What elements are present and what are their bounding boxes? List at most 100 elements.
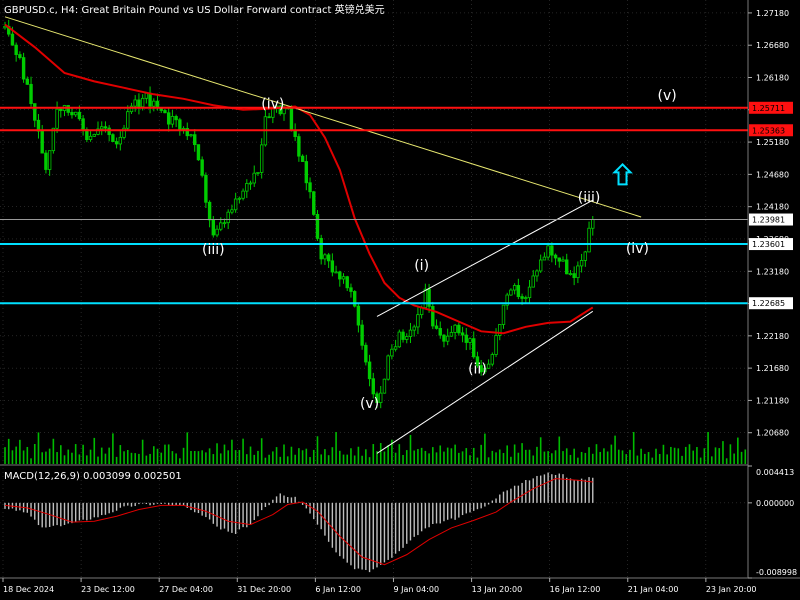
candle-body: [256, 172, 260, 174]
candle-body: [323, 254, 327, 260]
candle-body: [557, 257, 561, 262]
candle-body: [44, 152, 48, 170]
candle-body: [92, 133, 96, 137]
candle-body: [319, 238, 323, 260]
candle-body: [542, 256, 547, 261]
candle-body: [178, 119, 182, 130]
candle-body: [140, 97, 145, 108]
candle-body: [535, 270, 539, 277]
candle-body: [583, 251, 588, 261]
candle-body: [308, 182, 312, 193]
chart-canvas: (iv) (iii) (i) (ii) (v) (iii) (iv) (v) 1.27180 1…: [0, 0, 800, 600]
candle-body: [59, 108, 63, 111]
macd-tick-label: -0.008998: [756, 568, 797, 577]
candle-body: [490, 354, 495, 365]
level-price-label: 1.23981: [752, 216, 785, 225]
candle-body: [211, 219, 216, 236]
candle-body: [524, 297, 528, 300]
macd-tick-label: 0.004413: [756, 468, 794, 477]
wave-label: (iv): [261, 97, 284, 113]
candle-body: [196, 144, 201, 161]
candle-body: [70, 111, 74, 116]
price-tick-label: 1.21180: [756, 396, 789, 405]
candle-body: [126, 111, 130, 129]
price-tick-label: 1.24680: [756, 170, 789, 179]
candle-body: [565, 259, 569, 275]
candle-body: [174, 116, 178, 121]
candle-body: [133, 99, 137, 107]
candle-body: [267, 116, 271, 119]
candle-body: [341, 276, 346, 280]
time-tick-label: 16 Jan 12:00: [550, 585, 601, 594]
candle-body: [520, 296, 524, 299]
candle-body: [137, 99, 141, 108]
candle-body: [356, 305, 361, 326]
wave-label: (v): [658, 88, 677, 104]
candle-body: [390, 348, 394, 357]
candle-body: [472, 338, 476, 358]
candle-body: [367, 361, 372, 380]
wave-label: (iii): [202, 242, 225, 258]
time-tick-label: 23 Jan 20:00: [706, 585, 757, 594]
candle-body: [10, 33, 15, 46]
time-tick-label: 13 Jan 20:00: [472, 585, 523, 594]
macd-tick-label: 0.000000: [756, 499, 794, 508]
candle-body: [111, 134, 115, 142]
price-tick-label: 1.26180: [756, 74, 789, 83]
candle-body: [77, 111, 82, 120]
candle-body: [245, 183, 249, 192]
wave-label: (v): [360, 396, 379, 412]
candle-body: [579, 260, 584, 267]
candle-body: [553, 254, 558, 259]
price-tick-label: 1.26680: [756, 41, 789, 50]
candle-body: [29, 83, 33, 104]
time-tick-label: 27 Dec 04:00: [159, 585, 213, 594]
wave-label: (ii): [468, 361, 487, 377]
candle-body: [412, 326, 416, 331]
wave-label: (iv): [626, 241, 649, 257]
candle-body: [349, 287, 353, 292]
candle-body: [457, 324, 461, 334]
candle-body: [252, 172, 256, 184]
candle-body: [51, 127, 56, 152]
candle-body: [289, 107, 294, 131]
time-tick-label: 31 Dec 20:00: [237, 585, 291, 594]
candle-body: [189, 134, 193, 137]
candle-body: [405, 336, 409, 340]
candle-body: [338, 271, 342, 280]
price-tick-label: 1.20680: [756, 429, 789, 438]
candle-body: [219, 222, 223, 230]
candle-body: [527, 286, 532, 299]
candle-body: [460, 332, 465, 336]
candle-body: [509, 289, 513, 296]
time-tick-label: 9 Jan 04:00: [393, 585, 439, 594]
candle-body: [591, 219, 595, 229]
candle-body: [550, 245, 554, 256]
candle-body: [207, 201, 212, 221]
candle-body: [18, 54, 22, 58]
price-tick-label: 1.23180: [756, 267, 789, 276]
candle-body: [73, 111, 78, 116]
candle-body: [572, 273, 576, 279]
candle-body: [304, 161, 309, 184]
candle-body: [445, 335, 450, 342]
candle-body: [47, 150, 52, 170]
candle-body: [204, 174, 208, 203]
wave-label: (i): [414, 258, 429, 274]
candle-body: [538, 259, 543, 272]
candle-body: [371, 378, 375, 395]
candle-body: [25, 78, 30, 85]
candle-body: [152, 100, 156, 107]
candle-body: [468, 338, 472, 343]
candle-body: [233, 198, 238, 211]
candle-body: [40, 130, 44, 154]
candle-body: [587, 227, 591, 253]
price-tick-label: 1.25180: [756, 138, 789, 147]
candle-body: [393, 346, 398, 350]
candle-body: [382, 378, 387, 394]
macd-label: MACD(12,26,9) 0.003099 0.002501: [4, 471, 182, 482]
candle-body: [297, 136, 301, 157]
candle-body: [464, 334, 468, 343]
candle-body: [170, 116, 175, 125]
candle-body: [576, 265, 580, 279]
